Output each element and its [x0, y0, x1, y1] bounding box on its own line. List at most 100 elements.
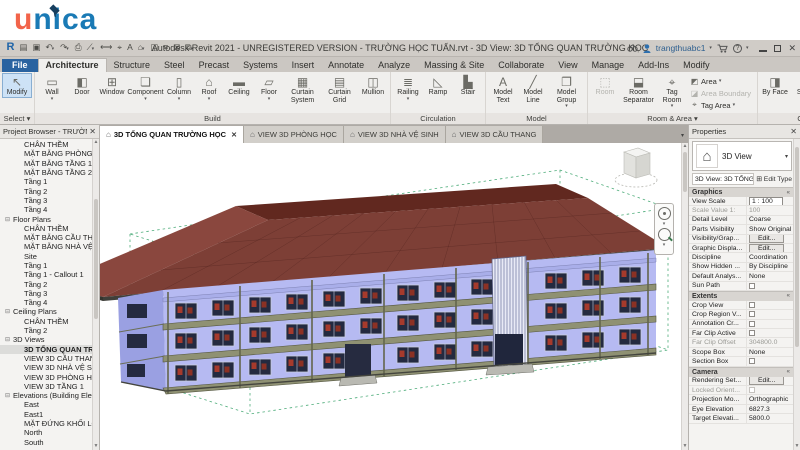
ribbon-big-button[interactable]: ⬚ Room [590, 73, 620, 109]
ribbon-big-button[interactable]: ⌂ Roof ▾ [194, 73, 224, 105]
ribbon-small-button[interactable]: ⌖ Tag Area ▾ [688, 99, 755, 111]
tree-item[interactable]: Tầng 2 [0, 186, 92, 196]
ribbon-big-button[interactable]: ▭ Wall ▾ [37, 73, 67, 105]
property-row[interactable]: Crop View [689, 300, 793, 311]
property-row[interactable]: Far Clip Offset 304800.0 [689, 338, 793, 348]
tree-item[interactable]: Tầng 1 [0, 177, 92, 186]
tree-item[interactable]: North [0, 428, 92, 437]
tree-item[interactable]: MẶT ĐỨNG KHỐI LỚP [0, 419, 92, 428]
ribbon-big-button[interactable]: ▱ Floor ▾ [254, 73, 284, 105]
ribbon-big-button[interactable]: ▦ Curtain System [284, 73, 321, 105]
tree-item[interactable]: Tầng 2 [0, 279, 92, 289]
viewport-scrollbar[interactable]: ▲ ▼ [681, 143, 688, 450]
property-row[interactable]: Detail Level Coarse [689, 215, 793, 226]
tree-item[interactable]: ⊟ Elevations (Building Elev... [0, 391, 92, 400]
type-selector[interactable]: ⌂ 3D View ▾ [692, 141, 792, 171]
section-header-extents[interactable]: Extents « [689, 290, 793, 301]
tree-item[interactable]: VIEW 3D PHÒNG HỌC [0, 372, 92, 382]
revit-logo[interactable]: R [4, 40, 16, 57]
ribbon-big-button[interactable]: ⊟Shaft [790, 73, 800, 98]
tree-item[interactable]: CHÂN THỀM [0, 140, 92, 149]
tree-item[interactable]: CHÂN THỀM [0, 224, 92, 233]
ribbon-tab[interactable]: Steel [157, 59, 192, 72]
section-icon[interactable]: ◫ [148, 40, 160, 57]
search-binoculars-icon[interactable] [627, 44, 638, 52]
ribbon-big-button[interactable]: ↖ Modify [2, 73, 32, 98]
property-row[interactable]: Section Box [689, 357, 793, 367]
ribbon-big-button[interactable]: ⊞ Window [97, 73, 127, 105]
ribbon-tab[interactable]: Precast [192, 59, 237, 72]
close-button[interactable]: ✕ [788, 43, 796, 53]
collapse-icon[interactable]: « [787, 369, 790, 375]
help-caret[interactable]: ▾ [746, 45, 749, 51]
section-header-camera[interactable]: Camera « [689, 366, 793, 377]
ribbon-big-button[interactable]: ▯ Column ▾ [164, 73, 194, 105]
measure-icon[interactable]: ⟋▾ [84, 40, 96, 57]
panel-footer-room-area[interactable]: Room & Area ▾ [588, 113, 758, 124]
tree-expand-icon[interactable]: ⊟ [5, 392, 13, 399]
redo-icon[interactable]: ↷▾ [58, 40, 72, 57]
ribbon-big-button[interactable]: ▬ Ceiling [224, 73, 254, 105]
ribbon-tab[interactable]: Systems [236, 59, 285, 72]
ribbon-tab[interactable]: Add-Ins [631, 59, 676, 72]
ribbon-big-button[interactable]: ⌖ Tag Room ▾ [657, 73, 687, 109]
minimize-button[interactable] [759, 45, 768, 52]
tree-item[interactable]: East1 [0, 410, 92, 419]
property-row[interactable]: Graphic Displa... Edit... [689, 243, 793, 254]
ribbon-tab[interactable]: Analyze [371, 59, 417, 72]
zoom-tool-icon[interactable] [657, 228, 671, 241]
tree-item[interactable]: MẶT BẰNG CẦU THANG [0, 233, 92, 242]
property-row[interactable]: Rendering Set... Edit... [689, 376, 793, 387]
type-selector-caret[interactable]: ▾ [785, 153, 788, 160]
property-row[interactable]: Scale Value 1: 100 [689, 206, 793, 216]
tree-expand-icon[interactable]: ⊟ [5, 336, 13, 343]
thin-lines-icon[interactable]: ≡ [161, 40, 170, 57]
collapse-icon[interactable]: « [787, 293, 790, 299]
tree-item[interactable]: MẶT BẰNG PHÒNG HỌC [0, 149, 92, 158]
open-file-icon[interactable]: ▤ [17, 40, 29, 57]
username[interactable]: trangthuabc1 [656, 43, 706, 53]
ribbon-tab[interactable]: Modify [676, 59, 717, 72]
tree-item[interactable]: VIEW 3D TẦNG 1 [0, 382, 92, 391]
ribbon-big-button[interactable]: ◧ Door [67, 73, 97, 105]
view-tab[interactable]: ⌂ VIEW 3D PHÒNG HỌC ✕ [243, 126, 344, 143]
tree-item[interactable]: MẶT BẰNG TẦNG 1 [0, 159, 92, 168]
tree-item[interactable]: Tầng 1 - Callout 1 [0, 270, 92, 279]
app-store-cart-icon[interactable] [717, 44, 728, 53]
ribbon-big-button[interactable]: ╱ Model Line [518, 73, 548, 109]
viewcube[interactable] [614, 147, 658, 188]
ribbon-big-button[interactable]: ◨ By Face [760, 73, 790, 98]
tree-item[interactable]: South [0, 438, 92, 447]
default-3d-view-icon[interactable]: ⌂▾ [135, 40, 147, 57]
property-row[interactable]: Visibility/Grap... Edit... [689, 234, 793, 244]
ribbon-big-button[interactable]: A Model Text [488, 73, 518, 109]
ribbon-tab[interactable]: View [551, 59, 584, 72]
tree-item[interactable]: Tầng 2 [0, 326, 92, 335]
user-menu-caret[interactable]: ▾ [709, 45, 712, 51]
view-tab-list-caret[interactable]: ▾ [677, 132, 688, 143]
restore-button[interactable] [774, 44, 782, 52]
property-row[interactable]: Show Hidden ... By Discipline [689, 262, 793, 273]
tree-item[interactable]: VIEW 3D NHÀ VỆ SINH [0, 363, 92, 372]
ribbon-tab[interactable]: Annotate [321, 59, 371, 72]
tree-item[interactable]: Tầng 4 [0, 205, 92, 214]
view-tab[interactable]: ⌂ 3D TỔNG QUAN TRƯỜNG HỌC ✕ [100, 126, 244, 143]
steering-wheel-icon[interactable] [657, 207, 671, 220]
ribbon-big-button[interactable]: ❏ Component ▾ [127, 73, 164, 105]
ribbon-tab[interactable]: Architecture [37, 58, 107, 72]
section-header-graphics[interactable]: Graphics « [689, 187, 793, 197]
tree-item[interactable]: Tầng 4 [0, 298, 92, 307]
property-row[interactable]: Annotation Cr... [689, 319, 793, 330]
tree-item[interactable]: Tầng 1 [0, 261, 92, 270]
ribbon-big-button[interactable]: ⬓ Room Separator [620, 73, 657, 109]
ribbon-tab[interactable]: File [2, 59, 38, 72]
ribbon-small-button[interactable]: ◪ Area Boundary [688, 87, 755, 99]
ribbon-tab[interactable]: Structure [107, 59, 158, 72]
property-row[interactable]: Scope Box None [689, 347, 793, 358]
properties-scrollbar[interactable]: ▼ [793, 139, 800, 450]
tree-item[interactable]: CHÂN THỀM [0, 317, 92, 326]
ribbon-big-button[interactable]: ◺ Ramp [423, 73, 453, 102]
instance-selector[interactable]: 3D View: 3D TỔNG QU ▾ [692, 173, 755, 185]
property-row[interactable]: Discipline Coordination [689, 253, 793, 263]
view-tab[interactable]: ⌂ VIEW 3D NHÀ VỆ SINH ✕ [343, 126, 446, 143]
